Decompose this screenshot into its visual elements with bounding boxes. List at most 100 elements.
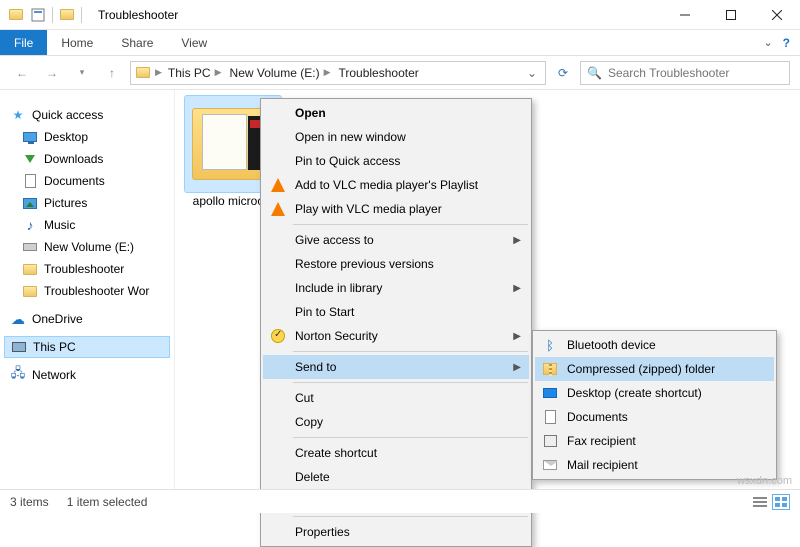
window-controls <box>662 0 800 30</box>
sidebar-item-troubleshooter[interactable]: Troubleshooter <box>4 258 170 280</box>
shortcut-icon <box>541 384 559 402</box>
ctx-open[interactable]: Open <box>263 101 529 125</box>
ctx-send-to[interactable]: Send to▶ <box>263 355 529 379</box>
mail-icon <box>541 456 559 474</box>
sendto-fax[interactable]: Fax recipient <box>535 429 774 453</box>
divider <box>81 7 82 23</box>
file-tab[interactable]: File <box>0 30 47 55</box>
title-bar: Troubleshooter <box>0 0 800 30</box>
ctx-give-access[interactable]: Give access to▶ <box>263 228 529 252</box>
ctx-cut[interactable]: Cut <box>263 386 529 410</box>
navigation-row: ← → ▾ ↑ ▶ This PC▶ New Volume (E:)▶ Trou… <box>0 56 800 90</box>
downloads-icon <box>22 151 38 167</box>
share-tab[interactable]: Share <box>107 30 167 55</box>
breadcrumb-item[interactable]: This PC▶ <box>166 66 224 80</box>
sendto-documents[interactable]: Documents <box>535 405 774 429</box>
ctx-properties[interactable]: Properties <box>263 520 529 544</box>
sidebar-item-volume[interactable]: New Volume (E:) <box>4 236 170 258</box>
sidebar-item-music[interactable]: ♪Music <box>4 214 170 236</box>
ctx-include-library[interactable]: Include in library▶ <box>263 276 529 300</box>
norton-icon <box>269 327 287 345</box>
status-bar: 3 items 1 item selected <box>0 489 800 513</box>
documents-icon <box>541 408 559 426</box>
maximize-button[interactable] <box>708 0 754 30</box>
ctx-pin-start[interactable]: Pin to Start <box>263 300 529 324</box>
drive-icon <box>22 239 38 255</box>
sidebar-this-pc[interactable]: This PC <box>4 336 170 358</box>
navigation-pane: ★Quick access Desktop Downloads Document… <box>0 90 175 490</box>
address-bar[interactable]: ▶ This PC▶ New Volume (E:)▶ Troubleshoot… <box>130 61 546 85</box>
ctx-vlc-add[interactable]: Add to VLC media player's Playlist <box>263 173 529 197</box>
sendto-desktop-shortcut[interactable]: Desktop (create shortcut) <box>535 381 774 405</box>
separator <box>293 224 528 225</box>
sidebar-item-pictures[interactable]: Pictures <box>4 192 170 214</box>
sidebar-item-downloads[interactable]: Downloads <box>4 148 170 170</box>
refresh-button[interactable]: ⟳ <box>552 62 574 84</box>
ctx-vlc-play[interactable]: Play with VLC media player <box>263 197 529 221</box>
properties-qat-icon[interactable] <box>30 7 46 23</box>
bluetooth-icon: ᛒ <box>541 336 559 354</box>
ctx-copy[interactable]: Copy <box>263 410 529 434</box>
folder-icon <box>22 261 38 277</box>
sidebar-onedrive[interactable]: ☁OneDrive <box>4 308 170 330</box>
sidebar-quick-access[interactable]: ★Quick access <box>4 104 170 126</box>
recent-dropdown-icon[interactable]: ▾ <box>70 61 94 85</box>
search-input[interactable] <box>608 66 783 80</box>
chevron-right-icon[interactable]: ▶ <box>155 67 162 78</box>
help-icon[interactable]: ? <box>783 36 790 50</box>
ribbon-expand-icon[interactable]: ⌄ <box>763 36 772 49</box>
ctx-open-new-window[interactable]: Open in new window <box>263 125 529 149</box>
ctx-restore-prev[interactable]: Restore previous versions <box>263 252 529 276</box>
fax-icon <box>541 432 559 450</box>
breadcrumb-item[interactable]: New Volume (E:)▶ <box>228 66 333 80</box>
breadcrumb-item[interactable]: Troubleshooter <box>336 66 420 80</box>
ctx-delete[interactable]: Delete <box>263 465 529 489</box>
ctx-create-shortcut[interactable]: Create shortcut <box>263 441 529 465</box>
cloud-icon: ☁ <box>10 311 26 327</box>
separator <box>293 516 528 517</box>
close-button[interactable] <box>754 0 800 30</box>
pictures-icon <box>22 195 38 211</box>
location-folder-icon <box>135 65 151 81</box>
search-box[interactable]: 🔍 <box>580 61 790 85</box>
separator <box>293 437 528 438</box>
zip-icon <box>541 360 559 378</box>
chevron-right-icon: ▶ <box>513 235 521 246</box>
context-menu: Open Open in new window Pin to Quick acc… <box>260 98 532 547</box>
folder-icon <box>8 7 24 23</box>
chevron-right-icon: ▶ <box>513 362 521 373</box>
view-tab[interactable]: View <box>167 30 221 55</box>
ribbon-tabs: File Home Share View ⌄ ? <box>0 30 800 56</box>
ctx-pin-quick[interactable]: Pin to Quick access <box>263 149 529 173</box>
home-tab[interactable]: Home <box>47 30 107 55</box>
pc-icon <box>11 339 27 355</box>
sendto-compressed[interactable]: Compressed (zipped) folder <box>535 357 774 381</box>
divider <box>52 7 53 23</box>
window-title: Troubleshooter <box>98 8 178 22</box>
search-icon: 🔍 <box>587 66 602 80</box>
vlc-icon <box>269 176 287 194</box>
vlc-icon <box>269 200 287 218</box>
sidebar-item-troubleshooter-wor[interactable]: Troubleshooter Wor <box>4 280 170 302</box>
ctx-norton[interactable]: Norton Security▶ <box>263 324 529 348</box>
sidebar-network[interactable]: 🖧Network <box>4 364 170 386</box>
watermark: wsxdn.com <box>737 475 792 487</box>
up-button[interactable]: ↑ <box>100 61 124 85</box>
star-icon: ★ <box>10 107 26 123</box>
sidebar-item-desktop[interactable]: Desktop <box>4 126 170 148</box>
icons-view-button[interactable] <box>772 494 790 510</box>
forward-button[interactable]: → <box>40 61 64 85</box>
separator <box>293 382 528 383</box>
sendto-mail[interactable]: Mail recipient <box>535 453 774 477</box>
quick-access-toolbar <box>0 7 90 23</box>
details-view-button[interactable] <box>752 495 768 509</box>
chevron-right-icon: ▶ <box>513 331 521 342</box>
sendto-bluetooth[interactable]: ᛒBluetooth device <box>535 333 774 357</box>
folder-icon <box>22 283 38 299</box>
minimize-button[interactable] <box>662 0 708 30</box>
back-button[interactable]: ← <box>10 61 34 85</box>
sidebar-item-documents[interactable]: Documents <box>4 170 170 192</box>
chevron-right-icon: ▶ <box>513 283 521 294</box>
network-icon: 🖧 <box>10 367 26 383</box>
address-dropdown-icon[interactable]: ⌄ <box>523 66 541 80</box>
